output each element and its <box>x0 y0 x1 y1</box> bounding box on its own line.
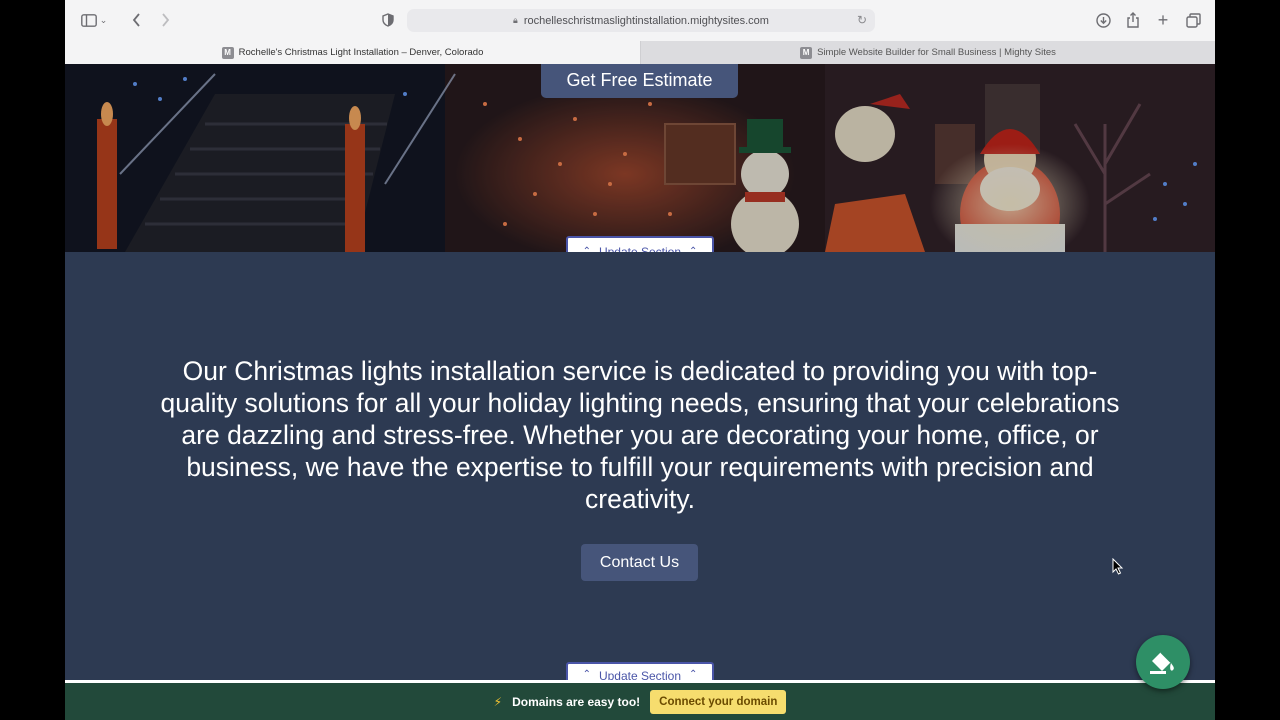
lightning-icon: ⚡︎ <box>493 694 503 709</box>
shield-icon[interactable] <box>380 10 396 30</box>
share-icon[interactable] <box>1125 10 1141 30</box>
url-text: rochelleschristmaslightinstallation.migh… <box>523 14 769 27</box>
tab-label: Rochelle's Christmas Light Installation … <box>238 47 484 58</box>
tab-strip: M Rochelle's Christmas Light Installatio… <box>65 41 1215 64</box>
download-icon[interactable] <box>1095 10 1111 30</box>
browser-window: ⌄ 🔒︎ rochelleschristmaslightinstallation… <box>65 0 1215 720</box>
hero-image: Get Free Estimate <box>65 64 1215 252</box>
tab-favicon: M <box>221 46 234 59</box>
tab-favicon: M <box>800 46 813 59</box>
paint-bucket-button[interactable] <box>1136 635 1190 689</box>
paint-bucket-icon <box>1150 651 1174 674</box>
tab-label: Simple Website Builder for Small Busines… <box>817 47 1056 58</box>
content-section: Our Christmas lights installation servic… <box>65 252 1215 680</box>
tab-overview-icon[interactable] <box>1185 10 1201 30</box>
tab-rochelles-site[interactable]: M Rochelle's Christmas Light Installatio… <box>65 41 640 64</box>
chevron-up-icon: ⌃ <box>582 669 591 680</box>
contact-us-button[interactable]: Contact Us <box>581 544 698 581</box>
section-text: Our Christmas lights installation servic… <box>160 356 1120 514</box>
connect-domain-button[interactable]: Connect your domain <box>650 689 787 714</box>
reload-icon[interactable]: ↻ <box>857 13 867 27</box>
mouse-cursor-icon <box>1112 558 1124 575</box>
forward-icon[interactable] <box>158 10 172 30</box>
chevron-up-icon: ⌃ <box>689 669 698 680</box>
banner-message: Domains are easy too! <box>512 694 641 709</box>
back-icon[interactable] <box>129 10 143 30</box>
browser-toolbar: ⌄ 🔒︎ rochelleschristmaslightinstallation… <box>65 0 1215 41</box>
sidebar-icon[interactable]: ⌄ <box>80 10 108 30</box>
address-bar[interactable]: 🔒︎ rochelleschristmaslightinstallation.m… <box>407 9 875 32</box>
domain-banner: ⚡︎ Domains are easy too! Connect your do… <box>65 680 1215 720</box>
tab-mighty-sites[interactable]: M Simple Website Builder for Small Busin… <box>640 41 1215 64</box>
lock-icon: 🔒︎ <box>513 15 518 25</box>
get-free-estimate-button[interactable]: Get Free Estimate <box>541 64 738 98</box>
new-tab-icon[interactable]: + <box>1155 10 1171 30</box>
